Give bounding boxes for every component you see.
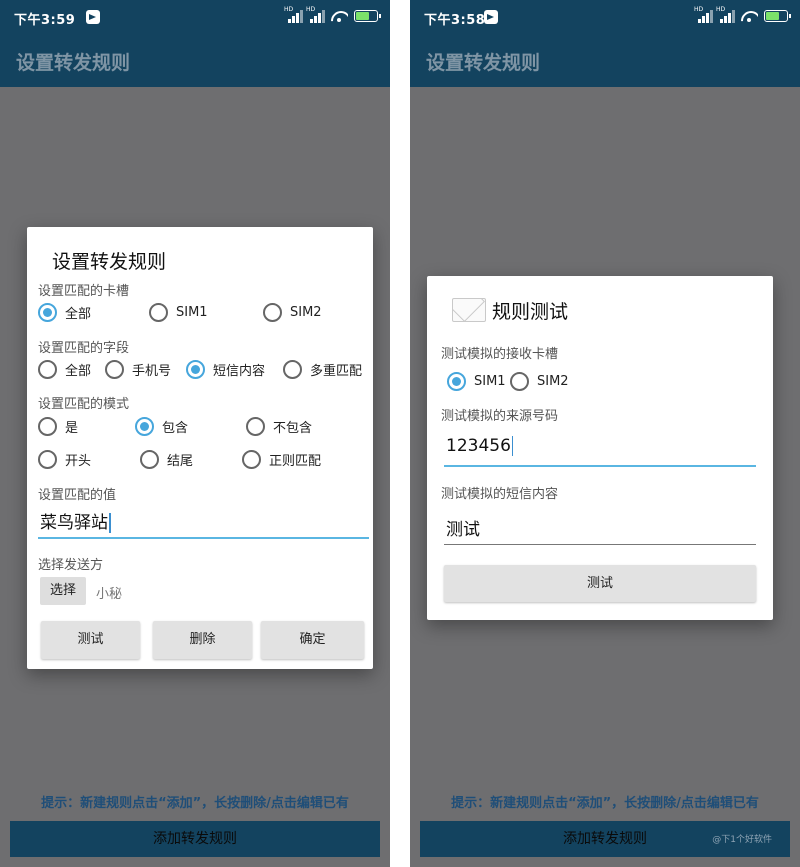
hint-text: 提示：新建规则点击“添加”，长按删除/点击编辑已有: [451, 796, 759, 811]
radio-dot: [38, 450, 57, 469]
radio-dot: [140, 450, 159, 469]
radio-dot: [263, 303, 282, 322]
radio-dot: [283, 360, 302, 379]
sms-content-input[interactable]: 测试: [444, 515, 756, 545]
radio-field-content[interactable]: 短信内容: [186, 360, 265, 379]
dialog-title: 设置转发规则: [52, 251, 167, 273]
radio-sim1[interactable]: SIM1: [447, 372, 506, 391]
test-button[interactable]: 测试: [41, 621, 140, 659]
signal-icon: HD: [306, 6, 325, 23]
sms-content-label: 测试模拟的短信内容: [441, 487, 559, 502]
radio-dot: [186, 360, 205, 379]
battery-icon: [354, 10, 381, 22]
radio-slot-sim2[interactable]: SIM2: [263, 303, 322, 322]
mode-label: 设置匹配的模式: [38, 397, 130, 412]
radio-mode-not-contains[interactable]: 不包含: [246, 417, 312, 436]
source-number-label: 测试模拟的来源号码: [441, 409, 559, 424]
status-time: 下午3:58: [424, 13, 486, 28]
status-bar: 下午3:59 HD HD: [0, 0, 390, 34]
radio-mode-contains[interactable]: 包含: [135, 417, 188, 436]
radio-field-multi[interactable]: 多重匹配: [283, 360, 362, 379]
radio-dot: [105, 360, 124, 379]
envelope-icon: [452, 298, 486, 322]
field-label: 设置匹配的字段: [38, 341, 130, 356]
select-sender-button[interactable]: 选择: [40, 577, 86, 605]
app-bar: 设置转发规则: [410, 34, 800, 87]
watermark: @下1个好软件: [712, 835, 772, 845]
selected-sender: 小秘: [96, 587, 123, 602]
battery-icon: [764, 10, 791, 22]
text-caret: [109, 513, 111, 533]
radio-field-all[interactable]: 全部: [38, 360, 91, 379]
text-caret: [511, 436, 514, 456]
radio-mode-regex[interactable]: 正则匹配: [242, 450, 321, 469]
wifi-icon: [330, 9, 348, 23]
radio-dot: [510, 372, 529, 391]
hint-text: 提示：新建规则点击“添加”，长按删除/点击编辑已有: [41, 796, 349, 811]
radio-dot: [38, 417, 57, 436]
radio-dot: [246, 417, 265, 436]
receive-slot-label: 测试模拟的接收卡槽: [441, 347, 559, 362]
radio-slot-sim1[interactable]: SIM1: [149, 303, 208, 322]
radio-mode-starts[interactable]: 开头: [38, 450, 91, 469]
screen-rule-test: 下午3:58 HD HD 设置转发规则 规则测试 测试模拟的接收卡槽 SIM1 …: [410, 0, 800, 867]
app-bar: 设置转发规则: [0, 34, 390, 87]
dialog-title: 规则测试: [492, 301, 569, 323]
radio-dot: [447, 372, 466, 391]
telegram-icon: [86, 10, 100, 24]
radio-dot: [149, 303, 168, 322]
status-bar: 下午3:58 HD HD: [410, 0, 800, 34]
confirm-button[interactable]: 确定: [261, 621, 364, 659]
card-slot-label: 设置匹配的卡槽: [38, 284, 130, 299]
telegram-icon: [484, 10, 498, 24]
app-bar-title: 设置转发规则: [426, 52, 541, 74]
radio-sim2[interactable]: SIM2: [510, 372, 569, 391]
radio-mode-ends[interactable]: 结尾: [140, 450, 193, 469]
app-bar-title: 设置转发规则: [16, 52, 131, 74]
radio-dot: [38, 303, 57, 322]
rule-settings-dialog: 设置转发规则 设置匹配的卡槽 全部 SIM1 SIM2 设置匹配的字段 全部 手…: [27, 227, 373, 669]
delete-button[interactable]: 删除: [153, 621, 252, 659]
rule-test-dialog: 规则测试 测试模拟的接收卡槽 SIM1 SIM2 测试模拟的来源号码 12345…: [427, 276, 773, 620]
radio-slot-all[interactable]: 全部: [38, 303, 91, 322]
radio-dot: [135, 417, 154, 436]
signal-icon: HD: [716, 6, 735, 23]
radio-field-phone[interactable]: 手机号: [105, 360, 171, 379]
screen-rule-settings: 下午3:59 HD HD 设置转发规则 设置转发规则 设置匹配的卡槽 全部 SI…: [0, 0, 390, 867]
source-number-input[interactable]: 123456: [444, 436, 756, 467]
radio-dot: [38, 360, 57, 379]
sender-label: 选择发送方: [38, 558, 104, 573]
run-test-button[interactable]: 测试: [444, 565, 756, 602]
signal-icon: HD: [284, 6, 303, 23]
signal-icon: HD: [694, 6, 713, 23]
wifi-icon: [740, 9, 758, 23]
match-value-input[interactable]: 菜鸟驿站: [38, 508, 369, 539]
radio-dot: [242, 450, 261, 469]
value-label: 设置匹配的值: [38, 488, 117, 503]
status-time: 下午3:59: [14, 13, 76, 28]
add-rule-button[interactable]: 添加转发规则: [10, 821, 380, 857]
radio-mode-is[interactable]: 是: [38, 417, 78, 436]
